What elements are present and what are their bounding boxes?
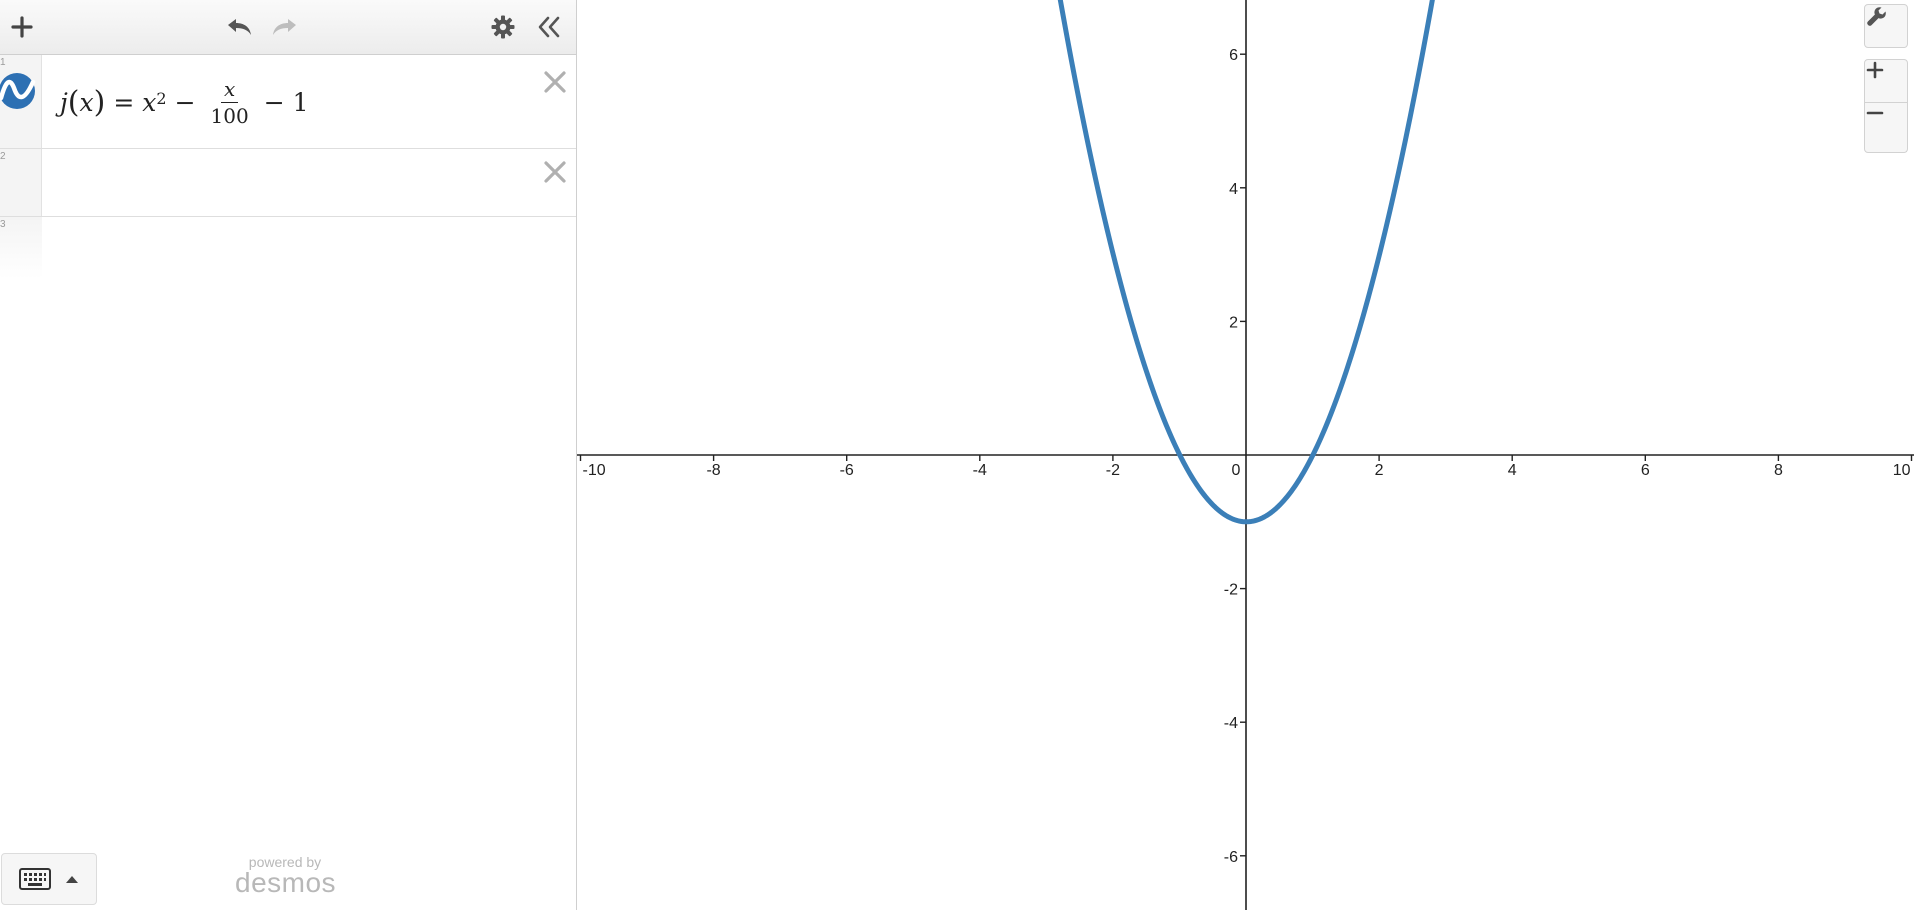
expression-gutter: 1 [0,55,42,148]
x-tick-label: 4 [1508,462,1517,479]
x-tick-label: -10 [583,462,606,479]
expression-row-2[interactable]: 2 [0,149,576,218]
x-tick-label: -8 [706,462,720,479]
x-tick-label: -4 [973,462,987,479]
close-icon [544,161,566,183]
delete-expression-button[interactable] [540,67,570,97]
caret-up-icon [66,875,78,883]
y-tick-label: 4 [1229,181,1238,198]
expression-index: 3 [0,219,6,230]
wrench-icon [1867,7,1886,26]
expression-index: 2 [0,151,6,162]
expression-toolbar [0,0,576,55]
expression-panel: 1 j ( x ) = x2 − x 100 − 1 2 3 powered b… [0,0,577,910]
expression-index: 1 [0,57,6,68]
collapse-panel-button[interactable] [532,10,566,44]
fraction-denominator: 100 [210,103,249,128]
constant-term: 1 [292,87,309,117]
x-tick-label: 8 [1774,462,1783,479]
gear-icon [491,15,515,39]
add-item-button[interactable] [5,10,39,44]
graph-area[interactable]: -10 -8 -6 -4 -2 0 2 4 6 8 10 -6 -4 -2 2 4 6 [577,0,1914,910]
powered-by-desmos[interactable]: powered by desmos [235,855,337,898]
expression-row-3[interactable]: 3 [0,217,576,279]
redo-icon [273,19,296,35]
settings-button[interactable] [486,10,520,44]
open-paren: ( [67,84,80,120]
x-tick-label: -2 [1106,462,1120,479]
minus-sign: − [174,87,196,117]
graph-canvas[interactable]: -10 -8 -6 -4 -2 0 2 4 6 8 10 -6 -4 -2 2 4 6 [577,0,1914,910]
x-tick-label: 10 [1893,462,1911,479]
exponent: 2 [156,88,167,108]
y-tick-label: 2 [1229,314,1238,331]
function-name: j [60,87,68,117]
expression-gutter: 2 [0,149,42,216]
minus-icon [1866,111,1884,115]
keyboard-toggle-button[interactable] [1,853,97,905]
close-icon [544,71,566,93]
y-tick-label: -2 [1224,582,1238,599]
expression-input[interactable] [50,149,524,218]
term-variable: x [142,87,157,117]
fraction-numerator: x [220,79,239,103]
function-variable: x [79,87,94,117]
delete-expression-button[interactable] [540,157,570,187]
expression-row-1[interactable]: 1 j ( x ) = x2 − x 100 − 1 [0,55,576,149]
x-tick-label: -6 [840,462,854,479]
x-tick-label: 0 [1232,462,1241,479]
redo-button[interactable] [268,10,302,44]
graph-settings-button[interactable] [1864,4,1908,48]
graph-color-icon[interactable] [0,72,36,110]
plus-icon [11,16,33,38]
y-tick-label: -6 [1224,849,1238,866]
plus-icon [1866,61,1884,79]
y-tick-label: -4 [1224,715,1238,732]
zoom-in-button[interactable] [1864,59,1908,103]
y-tick-label: 6 [1229,47,1238,64]
expression-gutter: 3 [0,217,42,279]
expression-math[interactable]: j ( x ) = x2 − x 100 − 1 [60,55,309,149]
equals-sign: = [113,87,135,117]
expression-list: 1 j ( x ) = x2 − x 100 − 1 2 3 [0,55,576,279]
x-tick-label: 2 [1375,462,1384,479]
fraction: x 100 [208,79,252,126]
desmos-logo-text: desmos [235,867,337,898]
close-paren: ) [93,84,106,120]
undo-button[interactable] [222,10,256,44]
x-tick-label: 6 [1641,462,1650,479]
double-chevron-left-icon [538,16,560,38]
keyboard-icon [19,868,51,890]
zoom-out-button[interactable] [1864,103,1908,153]
minus-sign: − [263,87,285,117]
undo-icon [228,19,251,35]
